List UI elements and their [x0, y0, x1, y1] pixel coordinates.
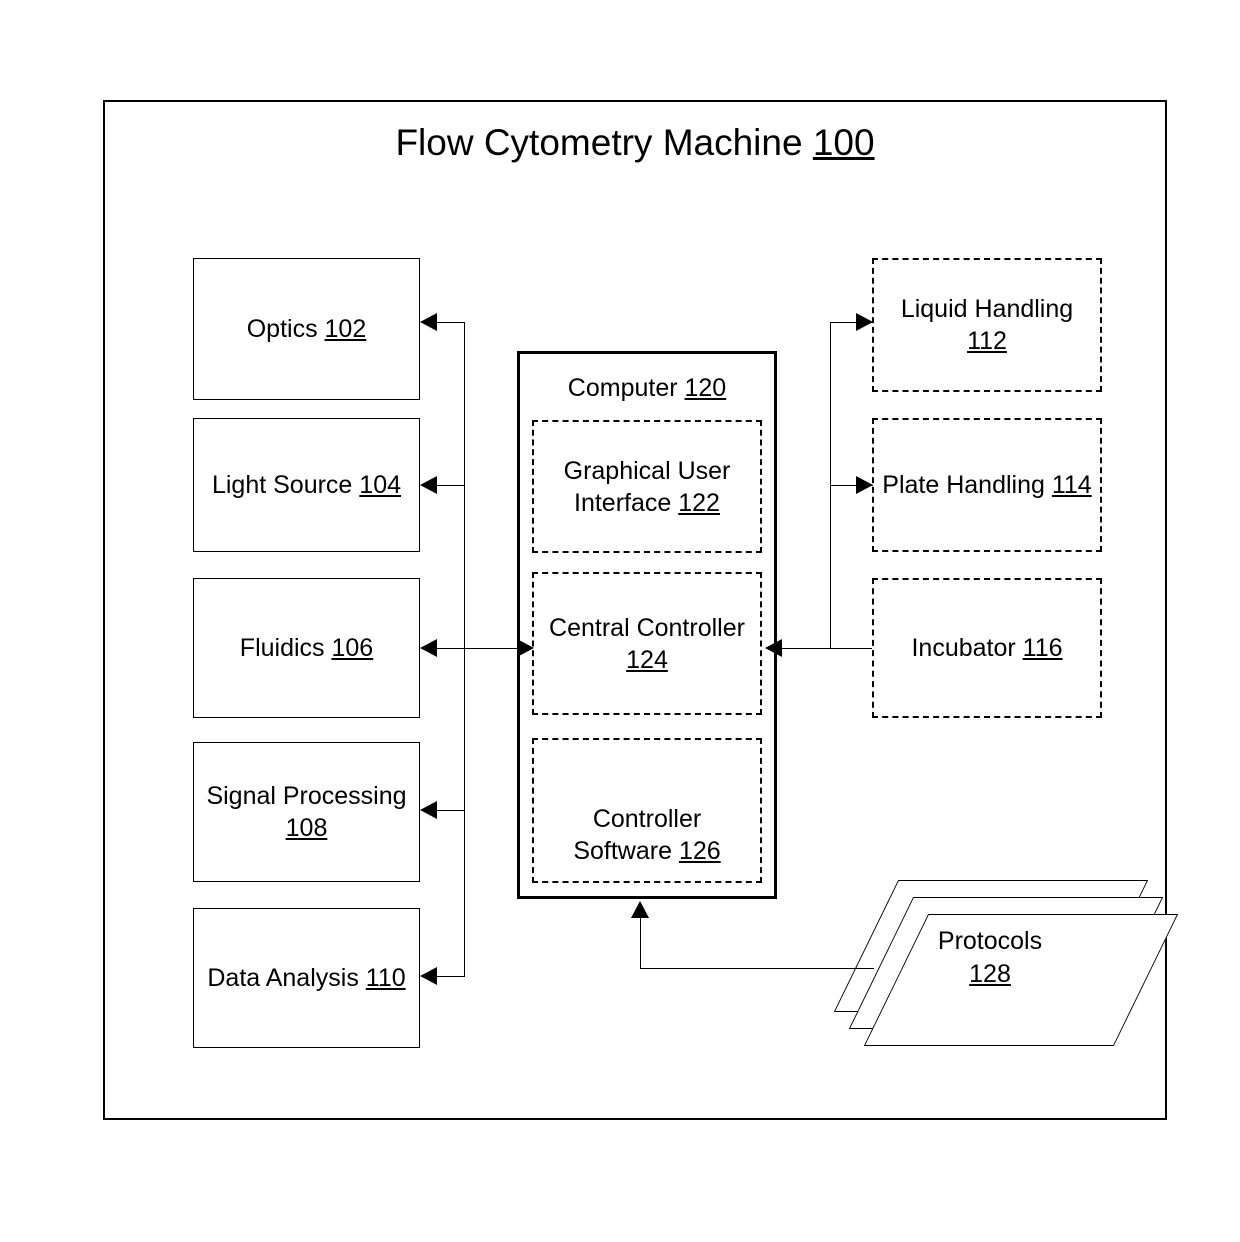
- node-protocols-label: Protocols 128: [905, 925, 1075, 990]
- connector-protocols-vertical: [640, 918, 641, 969]
- connector-plate-handling-arrowhead: [856, 476, 873, 494]
- node-graphical-user-interface-label: Graphical User Interface 122: [563, 456, 731, 517]
- node-incubator[interactable]: Incubator 116: [872, 578, 1102, 718]
- node-incubator-label: Incubator 116: [911, 634, 1063, 662]
- connector-data-analysis-arrowhead: [420, 967, 437, 985]
- node-signal-processing[interactable]: Signal Processing 108: [193, 742, 420, 882]
- protocols-label-text: Protocols: [937, 927, 1043, 955]
- node-liquid-handling[interactable]: Liquid Handling 112: [872, 258, 1102, 392]
- connector-data-analysis-horizontal: [437, 976, 465, 977]
- node-optics[interactable]: Optics 102: [193, 258, 420, 400]
- connector-central-controller-right-arrowhead: [765, 639, 782, 657]
- node-fluidics[interactable]: Fluidics 106: [193, 578, 420, 718]
- connector-fluidics-arrowhead: [420, 639, 437, 657]
- protocols-label-ref: 128: [969, 959, 1011, 988]
- connector-protocols-horizontal: [640, 968, 874, 969]
- figure-title-ref: 100: [812, 122, 875, 163]
- node-central-controller-label: Central Controller 124: [549, 613, 745, 674]
- connector-optics-arrowhead: [420, 313, 437, 331]
- node-plate-handling-label: Plate Handling 114: [882, 471, 1092, 499]
- node-light-source-label: Light Source 104: [211, 471, 402, 499]
- node-light-source[interactable]: Light Source 104: [193, 418, 420, 552]
- node-controller-software[interactable]: Controller Software 126: [532, 738, 762, 883]
- connector-incubator-horizontal: [782, 648, 872, 649]
- figure-title-text: Flow Cytometry Machine: [395, 122, 813, 163]
- connector-optics-horizontal: [437, 322, 465, 323]
- figure-canvas: Flow Cytometry Machine 100 Optics 102 Li…: [0, 0, 1240, 1242]
- node-data-analysis-label: Data Analysis 110: [207, 964, 406, 992]
- node-plate-handling[interactable]: Plate Handling 114: [872, 418, 1102, 552]
- connector-light-source-horizontal: [437, 485, 465, 486]
- node-central-controller[interactable]: Central Controller 124: [532, 572, 762, 715]
- connector-left-bus-vertical: [464, 322, 465, 976]
- connector-central-controller-left-arrowhead: [517, 639, 534, 657]
- node-controller-software-label: Controller Software 126: [573, 805, 721, 865]
- connector-fluidics-horizontal: [437, 648, 517, 649]
- node-computer-label: Computer 120: [567, 374, 727, 402]
- connector-protocols-arrowhead: [631, 901, 649, 918]
- connector-light-source-arrowhead: [420, 476, 437, 494]
- node-data-analysis[interactable]: Data Analysis 110: [193, 908, 420, 1048]
- node-graphical-user-interface[interactable]: Graphical User Interface 122: [532, 420, 762, 553]
- connector-signal-processing-horizontal: [437, 810, 465, 811]
- node-fluidics-label: Fluidics 106: [239, 634, 374, 662]
- node-optics-label: Optics 102: [246, 315, 367, 343]
- connector-signal-processing-arrowhead: [420, 801, 437, 819]
- node-liquid-handling-label: Liquid Handling 112: [900, 295, 1074, 355]
- connector-liquid-handling-arrowhead: [856, 313, 873, 331]
- node-signal-processing-label: Signal Processing 108: [206, 782, 407, 842]
- figure-title: Flow Cytometry Machine 100: [103, 122, 1167, 164]
